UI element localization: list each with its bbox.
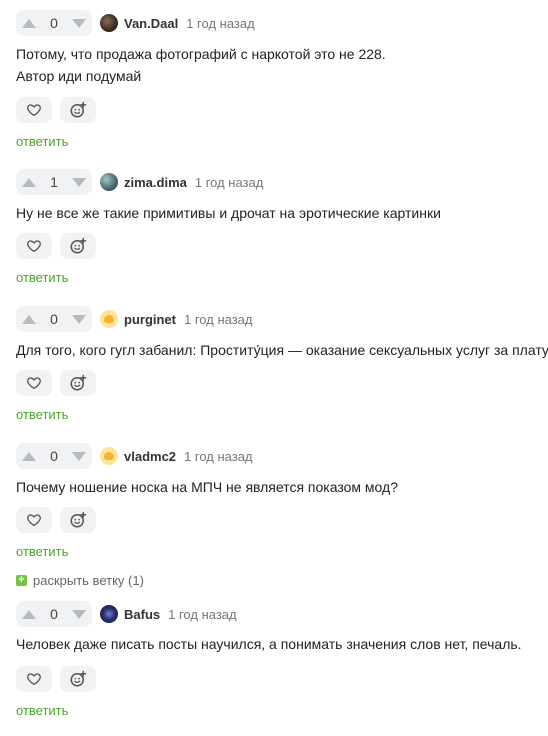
smiley-plus-icon <box>70 511 87 528</box>
timestamp[interactable]: 1 год назад <box>195 175 263 190</box>
downvote-icon[interactable] <box>72 314 86 324</box>
upvote-icon[interactable] <box>22 177 36 187</box>
upvote-icon[interactable] <box>22 451 36 461</box>
username[interactable]: Van.Daal <box>124 16 178 31</box>
expand-branch-label: раскрыть ветку (1) <box>33 572 144 588</box>
vote-score: 0 <box>50 448 58 464</box>
comment-header: 1 zima.dima 1 год назад <box>16 169 263 195</box>
vote-widget: 0 <box>16 306 92 332</box>
vote-widget: 0 <box>16 601 92 627</box>
comment-actions <box>16 233 96 259</box>
upvote-icon[interactable] <box>22 314 36 324</box>
heart-icon <box>27 673 41 685</box>
comment-text: Потому, что продажа фотографий с наркото… <box>16 43 386 87</box>
add-reaction-button[interactable] <box>60 233 96 259</box>
add-reaction-button[interactable] <box>60 666 96 692</box>
vote-score: 0 <box>50 15 58 31</box>
like-button[interactable] <box>16 97 52 123</box>
comment-text: Почему ношение носка на МПЧ не является … <box>16 476 398 498</box>
downvote-icon[interactable] <box>72 451 86 461</box>
vote-score: 0 <box>50 606 58 622</box>
avatar[interactable] <box>100 173 118 191</box>
heart-icon <box>27 514 41 526</box>
downvote-icon[interactable] <box>72 609 86 619</box>
comment-line: Для того, кого гугл забанил: Проститу́ци… <box>16 342 548 358</box>
avatar[interactable] <box>100 14 118 32</box>
comment-header: 0 Bafus 1 год назад <box>16 601 237 627</box>
vote-widget: 1 <box>16 169 92 195</box>
avatar[interactable] <box>100 310 118 328</box>
reply-link[interactable]: ответить <box>16 544 68 559</box>
vote-score: 0 <box>50 311 58 327</box>
comment-line: Потому, что продажа фотографий с наркото… <box>16 46 386 62</box>
reply-link[interactable]: ответить <box>16 270 68 285</box>
add-reaction-button[interactable] <box>60 97 96 123</box>
timestamp[interactable]: 1 год назад <box>168 607 236 622</box>
smiley-plus-icon <box>70 670 87 687</box>
upvote-icon[interactable] <box>22 18 36 28</box>
add-reaction-button[interactable] <box>60 507 96 533</box>
like-button[interactable] <box>16 507 52 533</box>
smiley-plus-icon <box>70 237 87 254</box>
comment-text: Человек даже писать посты научился, а по… <box>16 633 522 655</box>
comment-line: Почему ношение носка на МПЧ не является … <box>16 479 398 495</box>
heart-icon <box>27 240 41 252</box>
avatar[interactable] <box>100 605 118 623</box>
upvote-icon[interactable] <box>22 609 36 619</box>
heart-icon <box>27 377 41 389</box>
add-reaction-button[interactable] <box>60 370 96 396</box>
avatar[interactable] <box>100 447 118 465</box>
username[interactable]: Bafus <box>124 607 160 622</box>
comment-text: Для того, кого гугл забанил: Проститу́ци… <box>16 339 548 361</box>
comment-actions <box>16 666 96 692</box>
vote-widget: 0 <box>16 443 92 469</box>
smiley-plus-icon <box>70 101 87 118</box>
comment-line: Человек даже писать посты научился, а по… <box>16 636 522 652</box>
comment-text: Ну не все же такие примитивы и дрочат на… <box>16 202 441 224</box>
like-button[interactable] <box>16 370 52 396</box>
expand-branch-link[interactable]: + раскрыть ветку (1) <box>16 570 144 590</box>
smiley-plus-icon <box>70 374 87 391</box>
heart-icon <box>27 104 41 116</box>
vote-widget: 0 <box>16 10 92 36</box>
like-button[interactable] <box>16 233 52 259</box>
plus-square-icon: + <box>16 574 27 586</box>
downvote-icon[interactable] <box>72 18 86 28</box>
username[interactable]: purginet <box>124 312 176 327</box>
comment-line: Автор иди подумай <box>16 68 142 84</box>
vote-score: 1 <box>50 174 58 190</box>
comment-header: 0 Van.Daal 1 год назад <box>16 10 255 36</box>
comment-actions <box>16 97 96 123</box>
reply-link[interactable]: ответить <box>16 703 68 718</box>
timestamp[interactable]: 1 год назад <box>184 312 252 327</box>
comment-line: Ну не все же такие примитивы и дрочат на… <box>16 205 441 221</box>
comment-header: 0 purginet 1 год назад <box>16 306 252 332</box>
reply-link[interactable]: ответить <box>16 407 68 422</box>
like-button[interactable] <box>16 666 52 692</box>
timestamp[interactable]: 1 год назад <box>186 16 254 31</box>
reply-link[interactable]: ответить <box>16 134 68 149</box>
username[interactable]: vladmc2 <box>124 449 176 464</box>
comment-actions <box>16 507 96 533</box>
timestamp[interactable]: 1 год назад <box>184 449 252 464</box>
username[interactable]: zima.dima <box>124 175 187 190</box>
comment-header: 0 vladmc2 1 год назад <box>16 443 253 469</box>
comment-actions <box>16 370 96 396</box>
downvote-icon[interactable] <box>72 177 86 187</box>
